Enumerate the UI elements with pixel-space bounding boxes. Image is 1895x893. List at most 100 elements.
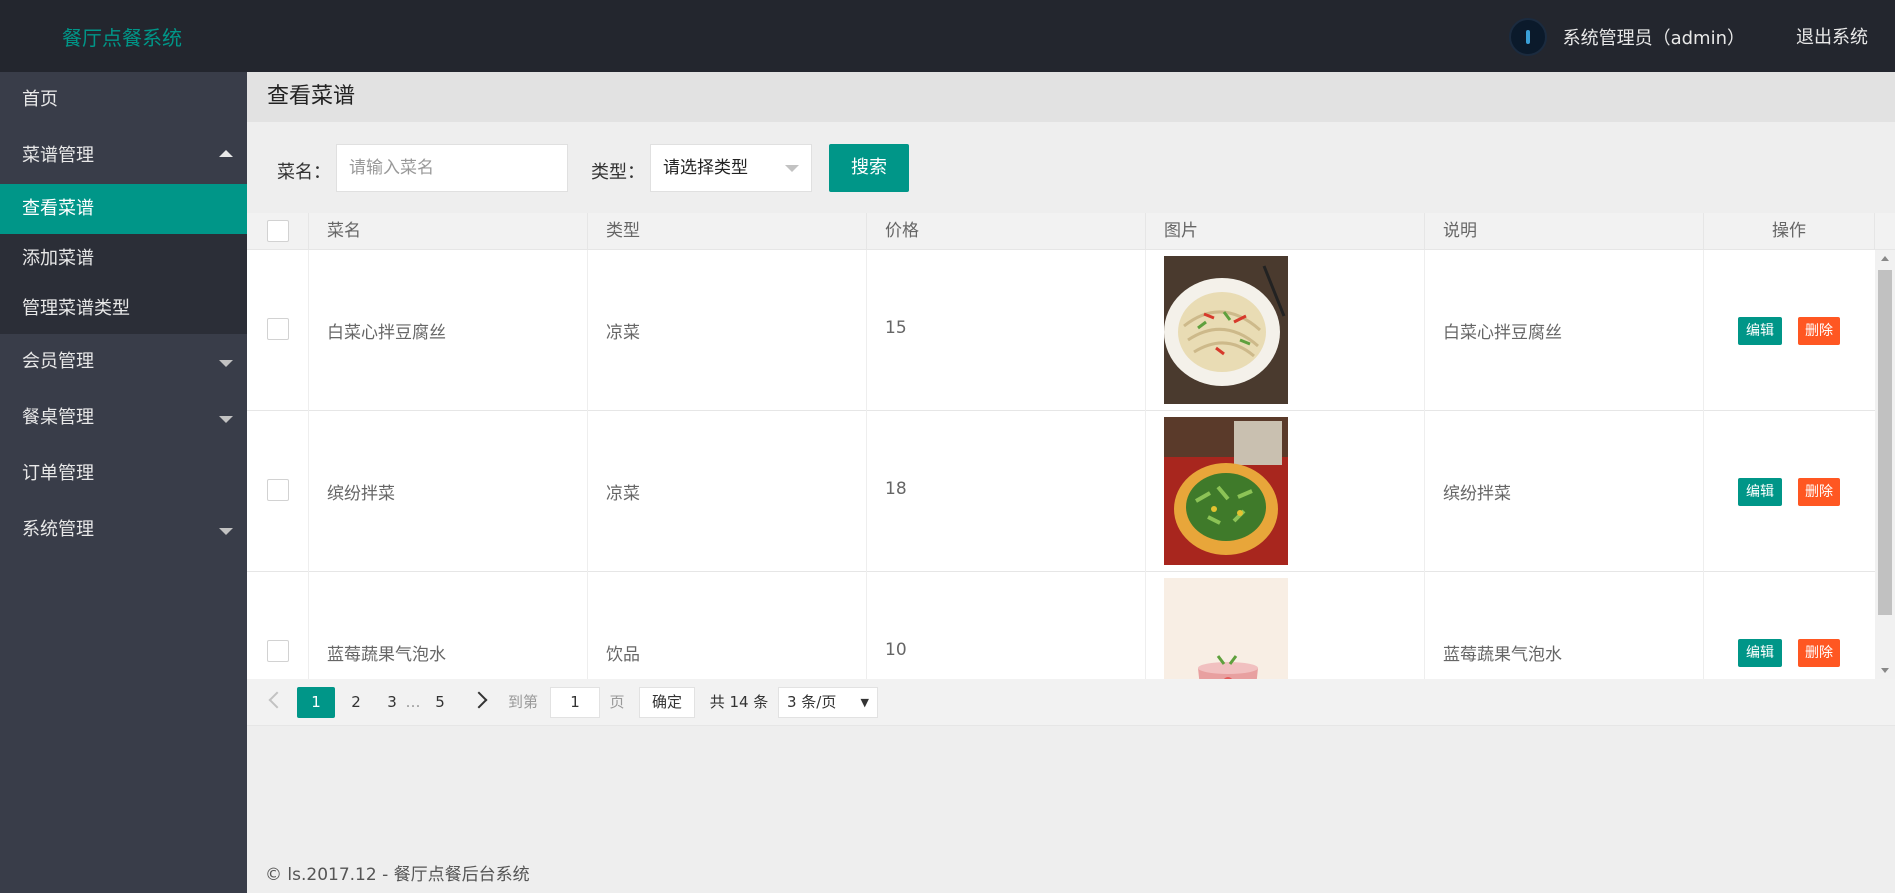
prev-page-icon[interactable]	[268, 691, 286, 709]
dish-price: 18	[885, 479, 907, 499]
column-header-description[interactable]: 说明	[1425, 213, 1704, 250]
dish-price: 10	[885, 640, 907, 660]
sidebar-item-system[interactable]: 系统管理	[0, 502, 247, 558]
actions-cell: 编辑 删除	[1704, 411, 1875, 572]
footer-copyright: © ls.2017.12 - 餐厅点餐后台系统	[265, 865, 530, 885]
delete-button[interactable]: 删除	[1798, 478, 1840, 506]
goto-label: 到第	[507, 693, 538, 711]
search-bar: 菜名： 请输入菜名 类型： 请选择类型 搜索	[247, 144, 1895, 192]
confirm-button[interactable]: 确定	[639, 687, 695, 718]
per-page-value: 3 条/页	[787, 693, 837, 711]
name-cell: 白菜心拌豆腐丝	[309, 250, 588, 411]
page-5[interactable]: 5	[427, 687, 453, 718]
dish-description: 蓝莓蔬果气泡水	[1443, 645, 1562, 665]
price-cell: 10	[867, 572, 1146, 679]
description-cell: 缤纷拌菜	[1425, 411, 1704, 572]
main-content: 查看菜谱 菜名： 请输入菜名 类型： 请选择类型 搜索 菜名 类型 价格 图片 …	[247, 72, 1895, 893]
table-row: 白菜心拌豆腐丝 凉菜 15 白菜心拌豆腐丝 编辑 删除	[247, 250, 1875, 411]
sidebar-item-orders[interactable]: 订单管理	[0, 446, 247, 502]
search-name-input[interactable]: 请输入菜名	[336, 144, 568, 192]
scroll-down-arrow-icon[interactable]	[1881, 668, 1889, 673]
user-area[interactable]: 系统管理员（admin）	[1508, 18, 1745, 56]
goto-page-input[interactable]: 1	[550, 687, 600, 718]
edit-button[interactable]: 编辑	[1738, 478, 1782, 506]
type-cell: 饮品	[588, 572, 867, 679]
dish-price: 15	[885, 318, 907, 338]
header-checkbox-cell	[247, 213, 309, 250]
sidebar-item-menu-types[interactable]: 管理菜谱类型	[0, 284, 247, 334]
caret-down-icon: ▼	[860, 696, 869, 709]
avatar[interactable]	[1508, 18, 1547, 56]
user-name[interactable]: 系统管理员（admin）	[1563, 24, 1745, 50]
dish-type: 凉菜	[606, 484, 640, 504]
edit-button[interactable]: 编辑	[1738, 639, 1782, 667]
sidebar-item-label: 首页	[22, 89, 58, 110]
sidebar-item-members[interactable]: 会员管理	[0, 334, 247, 390]
dish-name: 白菜心拌豆腐丝	[327, 323, 446, 343]
page-title: 查看菜谱	[247, 72, 1895, 122]
image-cell	[1146, 250, 1425, 411]
dish-type: 凉菜	[606, 323, 640, 343]
search-button[interactable]: 搜索	[829, 144, 909, 192]
sidebar-item-label: 会员管理	[22, 351, 94, 372]
sidebar-item-home[interactable]: 首页	[0, 72, 247, 128]
table-header: 菜名 类型 价格 图片 说明 操作	[247, 213, 1895, 250]
image-cell	[1146, 411, 1425, 572]
sidebar-item-label: 订单管理	[22, 463, 94, 484]
page-3[interactable]: 3	[379, 687, 405, 718]
logout-link[interactable]: 退出系统	[1796, 23, 1868, 49]
dish-description: 白菜心拌豆腐丝	[1443, 323, 1562, 343]
scroll-thumb[interactable]	[1878, 270, 1892, 615]
menu-table: 菜名 类型 价格 图片 说明 操作 白菜心拌豆腐丝 凉菜 15 白菜心拌豆腐丝 …	[247, 213, 1895, 679]
type-select-value: 请选择类型	[663, 158, 748, 178]
sidebar-item-view-menu[interactable]: 查看菜谱	[0, 184, 247, 234]
price-cell: 15	[867, 250, 1146, 411]
row-checkbox[interactable]	[267, 479, 289, 501]
row-checkbox[interactable]	[267, 318, 289, 340]
column-header-actions: 操作	[1704, 213, 1875, 250]
delete-button[interactable]: 删除	[1798, 317, 1840, 345]
actions-cell: 编辑 删除	[1704, 250, 1875, 411]
page-unit: 页	[609, 693, 625, 711]
page-ellipsis: …	[405, 693, 421, 711]
column-header-price[interactable]: 价格	[867, 213, 1146, 250]
column-header-type[interactable]: 类型	[588, 213, 867, 250]
checkbox-cell	[247, 411, 309, 572]
image-cell	[1146, 572, 1425, 679]
dish-name: 缤纷拌菜	[327, 484, 395, 504]
chevron-down-icon	[219, 528, 233, 535]
total-count: 共 14 条	[709, 693, 769, 711]
select-all-checkbox[interactable]	[267, 220, 289, 242]
checkbox-cell	[247, 572, 309, 679]
next-page-icon[interactable]	[470, 691, 488, 709]
top-header: 餐厅点餐系统 系统管理员（admin） 退出系统	[0, 0, 1895, 72]
type-cell: 凉菜	[588, 411, 867, 572]
app-title[interactable]: 餐厅点餐系统	[62, 22, 182, 51]
sidebar-item-add-menu[interactable]: 添加菜谱	[0, 234, 247, 284]
noodle-salad-photo	[1164, 256, 1288, 404]
description-cell: 白菜心拌豆腐丝	[1425, 250, 1704, 411]
row-checkbox[interactable]	[267, 640, 289, 662]
table-row: 缤纷拌菜 凉菜 18 缤纷拌菜 编辑 删除	[247, 411, 1875, 572]
page-1[interactable]: 1	[297, 687, 335, 718]
sidebar-item-label: 系统管理	[22, 519, 94, 540]
per-page-select[interactable]: 3 条/页 ▼	[778, 687, 878, 718]
chevron-up-icon	[219, 150, 233, 157]
sidebar-item-label: 菜谱管理	[22, 145, 94, 166]
description-cell: 蓝莓蔬果气泡水	[1425, 572, 1704, 679]
edit-button[interactable]: 编辑	[1738, 317, 1782, 345]
actions-cell: 编辑 删除	[1704, 572, 1875, 679]
column-header-name[interactable]: 菜名	[309, 213, 588, 250]
sidebar: 首页 菜谱管理 查看菜谱 添加菜谱 管理菜谱类型 会员管理 餐桌管理 订单管理 …	[0, 72, 247, 893]
sidebar-item-label: 餐桌管理	[22, 407, 94, 428]
page-2[interactable]: 2	[343, 687, 369, 718]
column-header-image[interactable]: 图片	[1146, 213, 1425, 250]
table-scrollbar[interactable]	[1875, 250, 1895, 679]
type-select[interactable]: 请选择类型	[650, 144, 812, 192]
delete-button[interactable]: 删除	[1798, 639, 1840, 667]
scroll-up-arrow-icon[interactable]	[1881, 256, 1889, 261]
chevron-down-icon	[219, 416, 233, 423]
sidebar-item-tables[interactable]: 餐桌管理	[0, 390, 247, 446]
name-label: 菜名：	[277, 162, 331, 183]
sidebar-item-menu-management[interactable]: 菜谱管理	[0, 128, 247, 184]
